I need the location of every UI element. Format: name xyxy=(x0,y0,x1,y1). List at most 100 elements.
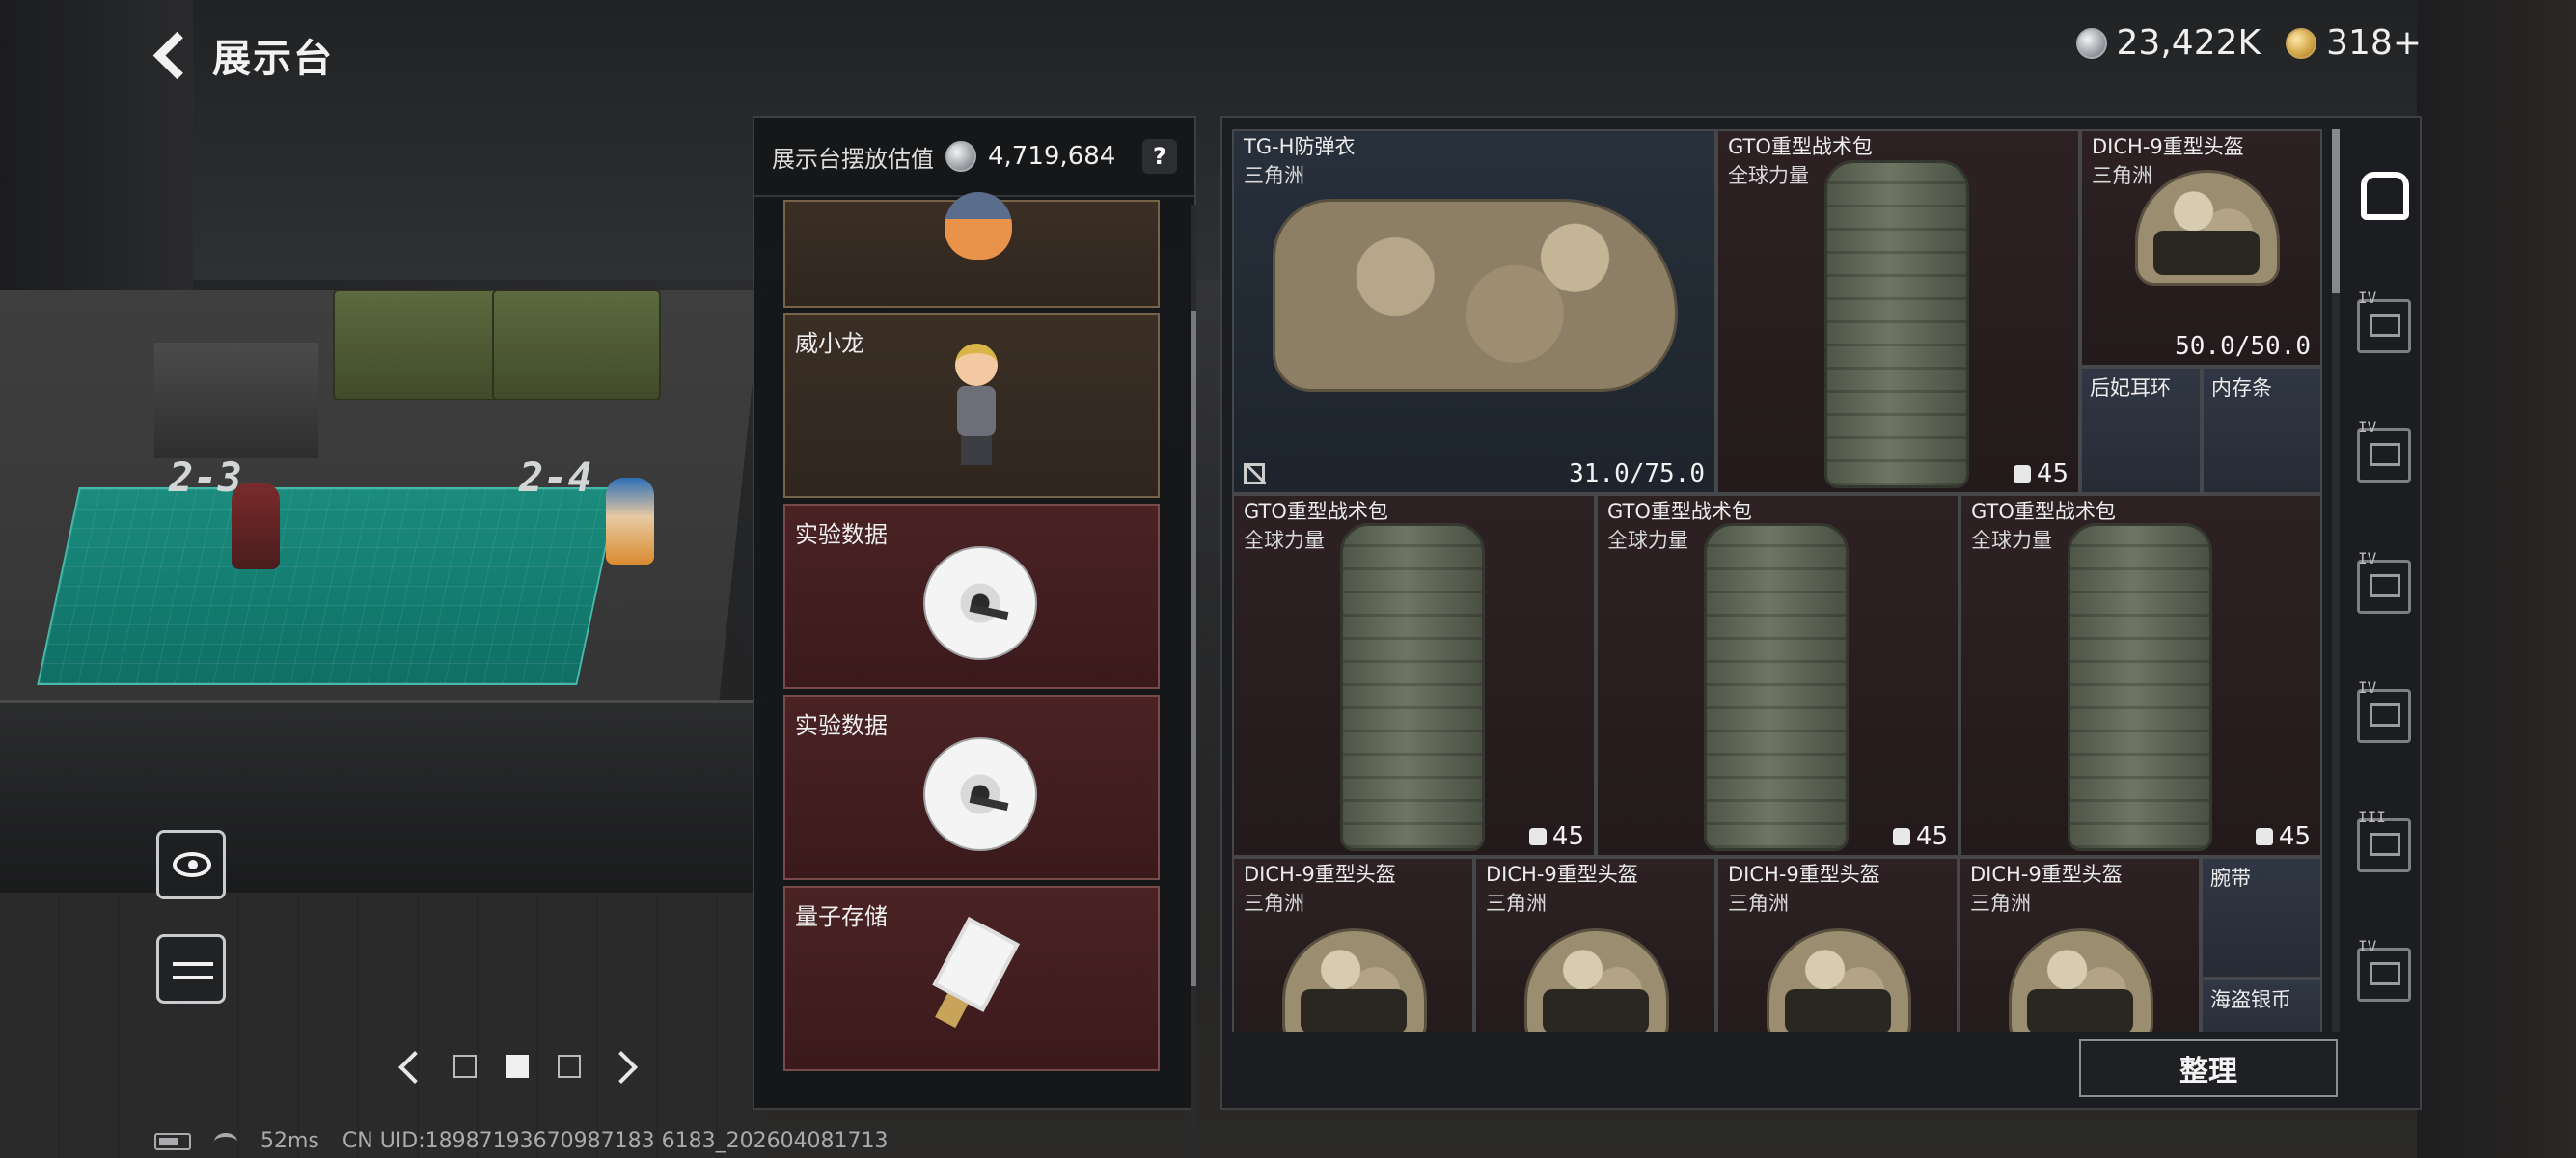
list-item[interactable]: 实验数据 xyxy=(783,504,1160,689)
next-page-button[interactable] xyxy=(610,1052,639,1081)
usb-drive-icon xyxy=(918,917,1028,1042)
inventory-scrollbar[interactable] xyxy=(2332,129,2340,1032)
display-figure[interactable] xyxy=(606,478,654,565)
inventory-item-backpack[interactable]: GTO重型战术包 全球力量 45 xyxy=(1596,494,1959,857)
armor-icon xyxy=(2370,314,2400,337)
right-background xyxy=(2417,0,2576,1158)
capacity-icon xyxy=(2255,828,2273,845)
back-arrow-icon xyxy=(154,35,195,75)
list-item[interactable]: 威小龙 xyxy=(783,313,1160,498)
silver-amount: 23,422K xyxy=(2116,23,2261,63)
list-item[interactable]: 实验数据 xyxy=(783,695,1160,880)
swap-icon xyxy=(173,954,213,987)
list-scrollbar[interactable] xyxy=(1191,205,1196,1158)
back-button[interactable]: 展示台 xyxy=(154,27,334,83)
backpack-icon xyxy=(1824,160,1969,488)
inventory-item-helmet[interactable]: DICH-9重型头盔 三角洲 xyxy=(1716,857,1959,1032)
view-toggle-button[interactable] xyxy=(156,830,226,899)
backpack-icon xyxy=(1340,523,1485,851)
counter-front xyxy=(0,700,762,893)
page-dot-active[interactable] xyxy=(506,1055,529,1078)
item-capacity: 45 xyxy=(1892,822,1948,851)
gold-coin-icon xyxy=(2286,27,2317,59)
gold-amount: 318+ xyxy=(2326,23,2422,63)
swap-button[interactable] xyxy=(156,934,226,1004)
silver-coin-icon xyxy=(945,141,976,172)
inventory-item-coin[interactable]: 海盗银币 xyxy=(2201,979,2322,1032)
silver-currency[interactable]: 23,422K xyxy=(2075,23,2261,63)
help-button[interactable]: ? xyxy=(1142,139,1177,174)
tab-weapons[interactable]: IV xyxy=(2357,678,2411,743)
item-capacity: 45 xyxy=(2255,822,2311,851)
egg-figure-icon xyxy=(945,192,1012,260)
inventory-item-helmet[interactable]: DICH-9重型头盔 三角洲 xyxy=(1474,857,1716,1032)
inventory-item-vest[interactable]: TG-H防弹衣 三角洲 31.0/75.0 xyxy=(1232,129,1716,494)
list-item[interactable]: 量子存储 xyxy=(783,886,1160,1071)
display-value-header: 展示台摆放估值 4,719,684 ? xyxy=(754,118,1194,197)
display-mat[interactable] xyxy=(37,487,619,685)
tab-armor[interactable]: IV xyxy=(2357,289,2411,353)
inventory-item-helmet[interactable]: DICH-9重型头盔 三角洲 xyxy=(1959,857,2201,1032)
item-capacity: 45 xyxy=(1528,822,1584,851)
item-name: DICH-9重型头盔 xyxy=(1244,863,1396,886)
currency-bar: 23,422K 318+ xyxy=(2075,23,2422,63)
helmet-icon xyxy=(1524,928,1669,1032)
gold-currency[interactable]: 318+ xyxy=(2286,23,2422,63)
previous-page-button[interactable] xyxy=(396,1052,425,1081)
sort-button[interactable]: 整理 xyxy=(2079,1039,2338,1097)
helmet-icon xyxy=(2135,170,2280,286)
wifi-icon xyxy=(214,1132,237,1150)
weapon-icon xyxy=(2370,703,2400,727)
floor xyxy=(0,893,762,1158)
drawer-cabinet xyxy=(154,343,318,458)
inventory-item-ram[interactable]: 内存条 xyxy=(2202,367,2322,494)
tab-backpack[interactable]: IV xyxy=(2357,418,2411,482)
display-value-label: 展示台摆放估值 xyxy=(772,145,934,173)
tab-helmet[interactable]: IV xyxy=(2357,549,2411,614)
item-durability: 50.0/50.0 xyxy=(2175,332,2311,361)
page-dot[interactable] xyxy=(558,1055,581,1078)
battery-icon xyxy=(154,1132,191,1150)
inventory-item-backpack[interactable]: GTO重型战术包 全球力量 45 xyxy=(1959,494,2322,857)
helmet-icon xyxy=(2370,574,2400,597)
item-source: 全球力量 xyxy=(1971,529,2052,552)
item-name: GTO重型战术包 xyxy=(1607,500,1752,523)
item-durability: 31.0/75.0 xyxy=(1569,459,1705,488)
item-name: DICH-9重型头盔 xyxy=(1970,863,2123,886)
item-name: DICH-9重型头盔 xyxy=(2092,135,2244,158)
folder-icon xyxy=(2370,962,2400,985)
inventory-item-backpack[interactable]: GTO重型战术包 全球力量 45 xyxy=(1716,129,2080,494)
item-source: 三角洲 xyxy=(2092,164,2152,187)
inventory-item-backpack[interactable]: GTO重型战术包 全球力量 45 xyxy=(1232,494,1596,857)
inventory-item-helmet[interactable]: DICH-9重型头盔 三角洲 xyxy=(1232,857,1474,1032)
slot-marker: 2-3 xyxy=(169,454,242,501)
display-figure[interactable] xyxy=(232,482,280,569)
tab-all[interactable] xyxy=(2357,168,2411,222)
chibi-figure-icon xyxy=(949,344,1003,469)
status-bar: 52ms CN UID:18987193670987183 6183_20260… xyxy=(154,1129,889,1153)
page-dot[interactable] xyxy=(453,1055,477,1078)
collectible-icon xyxy=(2370,833,2400,856)
item-source: 三角洲 xyxy=(1728,892,1789,915)
slot-marker: 2-4 xyxy=(519,454,592,501)
tab-collectibles[interactable]: III xyxy=(2357,808,2411,872)
inventory-item-helmet[interactable]: DICH-9重型头盔 三角洲 50.0/50.0 xyxy=(2080,129,2322,367)
item-source: 三角洲 xyxy=(1486,892,1547,915)
item-source: 三角洲 xyxy=(1970,892,2031,915)
ping-value: 52ms xyxy=(260,1129,319,1153)
data-disc-icon xyxy=(923,546,1037,660)
tab-misc[interactable]: IV xyxy=(2357,937,2411,1002)
list-item[interactable] xyxy=(783,192,1160,308)
item-name: GTO重型战术包 xyxy=(1728,135,1873,158)
item-source: 三角洲 xyxy=(1244,892,1304,915)
uid-text: CN UID:18987193670987183 6183_2026040817… xyxy=(342,1129,889,1153)
page-indicator xyxy=(396,1052,639,1081)
inventory-item-wristband[interactable]: 腕带 xyxy=(2201,857,2322,979)
item-name: GTO重型战术包 xyxy=(1244,500,1388,523)
eye-icon xyxy=(173,852,211,877)
inventory-item-earring[interactable]: 后妃耳环 xyxy=(2080,367,2202,494)
helmet-icon xyxy=(1767,928,1911,1032)
backpack-icon xyxy=(1704,523,1849,851)
helmet-icon xyxy=(1282,928,1427,1032)
backpack-icon xyxy=(2370,443,2400,466)
